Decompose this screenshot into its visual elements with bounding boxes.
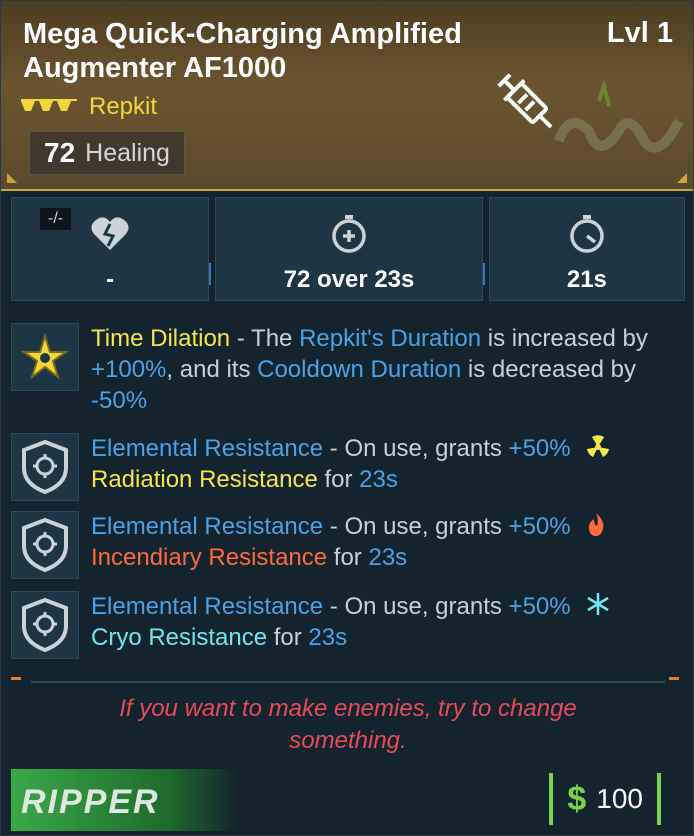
perk-duration: 23s [308,624,348,651]
radiation-icon [587,435,610,457]
perk-text: for [317,466,360,493]
healing-value: 72 [44,137,76,168]
perk-text: is increased by [481,325,648,352]
perk-amount: +50% [508,513,571,540]
stat-separator [209,263,211,285]
corner-mark-icon [7,173,17,183]
stat-cooldown: 21s [488,197,685,301]
perk-icon-frame [11,323,79,391]
perk-description: Elemental Resistance - On use, grants +5… [91,433,679,495]
perk-highlight: +100% [91,356,167,383]
stat-separator [483,263,485,285]
stat-value: 21s [566,266,607,293]
price-value: 100 [596,783,643,814]
stopwatch-icon [570,215,604,253]
shield-emblem-icon [22,597,68,653]
star-burst-icon [20,332,70,380]
rarity-chevrons-icon [21,99,77,111]
item-price: $ 100 [549,773,661,825]
perk-duration: 23s [368,544,408,571]
stat-value: 72 over 23s [283,266,415,293]
perk-highlight: -50% [91,387,148,414]
perk-description: Time Dilation - The Repkit's Duration is… [91,323,679,416]
stat-overheal: -/- - [11,197,210,301]
item-rarity: Repkit [21,93,157,121]
resistance-name: Cryo Resistance [91,624,268,651]
perk-text: - On use, grants [323,513,509,540]
shield-emblem-icon [22,517,68,573]
perk-text: for [327,544,369,571]
stats-row: -/- - 72 over 23s 21s [11,197,685,301]
manufacturer-logo: RIPPER [21,783,160,821]
healing-stat: 72 Healing [29,131,185,175]
perk-text: for [267,624,309,651]
stat-tag: -/- [40,208,72,230]
fire-icon [589,513,604,536]
perk-text: - On use, grants [323,435,509,462]
manufacturer-graffiti-icon [554,81,684,153]
perk-highlight: Repkit's Duration [299,325,482,352]
perk-highlight: Cooldown Duration [257,356,462,383]
perk-icon-frame [11,433,79,501]
item-level: Lvl 1 [606,17,673,49]
resistance-name: Incendiary Resistance [91,544,328,571]
perk-description: Elemental Resistance - On use, grants +5… [91,511,679,573]
resistance-name: Radiation Resistance [91,466,318,493]
perk-description: Elemental Resistance - On use, grants +5… [91,591,679,653]
perk-amount: +50% [508,593,571,620]
perk-icon-frame [11,591,79,659]
divider-marker [11,677,21,680]
healing-label: Healing [85,138,170,167]
shield-emblem-icon [22,439,68,495]
broken-heart-icon [91,217,129,250]
perk-amount: +50% [508,435,571,462]
item-card: Mega Quick-Charging Amplified Augmenter … [0,0,694,836]
divider-marker [669,677,679,680]
perk-text: - On use, grants [323,593,509,620]
stat-value: - [106,266,115,293]
perk-text: is decreased by [461,356,637,383]
perk-duration: 23s [359,466,398,493]
divider [31,681,665,683]
timer-plus-icon [332,215,366,253]
perk-name: Time Dilation [91,325,231,352]
corner-mark-icon [677,173,687,183]
stat-heal-over-time: 72 over 23s [215,197,483,301]
flavor-text: If you want to make enemies, try to chan… [119,695,577,754]
perk-text: , and its [166,356,258,383]
item-name: Mega Quick-Charging Amplified Augmenter … [23,18,462,84]
item-type: Repkit [89,93,158,120]
perk-icon-frame [11,511,79,579]
snowflake-icon [587,593,609,615]
item-header: Mega Quick-Charging Amplified Augmenter … [1,1,693,191]
perk-name: Elemental Resistance [91,435,324,462]
item-footer: RIPPER $ 100 [11,769,685,831]
perk-name: Elemental Resistance [91,593,324,620]
perk-text: - The [230,325,300,352]
currency-icon: $ [567,779,587,818]
manufacturer-banner: RIPPER [11,769,237,831]
perk-name: Elemental Resistance [91,513,324,540]
